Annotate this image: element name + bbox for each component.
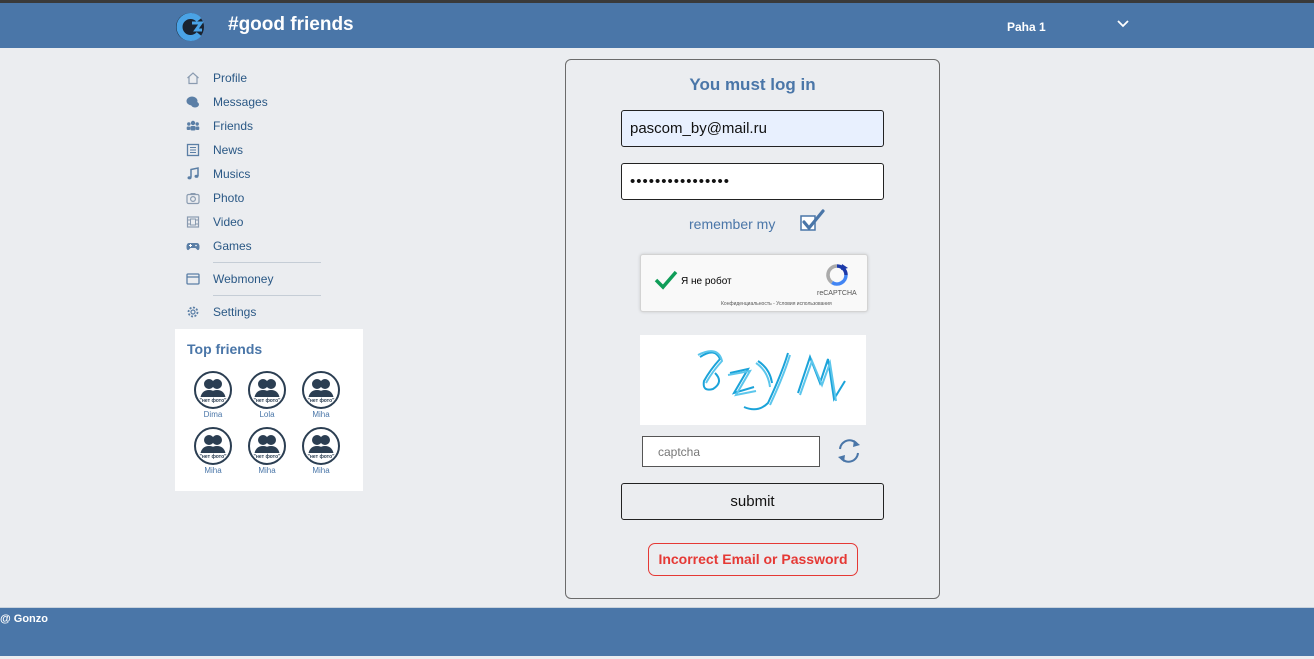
nav-label: Settings	[213, 305, 257, 319]
camera-icon	[186, 191, 200, 205]
friend-card[interactable]: "нет фото" Dima	[193, 371, 233, 419]
nav-item-webmoney[interactable]: Webmoney	[186, 267, 326, 291]
friend-name: Miha	[258, 466, 276, 475]
avatar-caption: "нет фото"	[254, 397, 282, 404]
avatar-caption: "нет фото"	[200, 397, 228, 404]
nav-label: Profile	[213, 71, 248, 85]
friend-card[interactable]: "нет фото" Miha	[301, 371, 341, 419]
login-title: You must log in	[689, 75, 816, 94]
friend-name: Miha	[204, 466, 222, 475]
friend-card[interactable]: "нет фото" Miha	[301, 427, 341, 475]
avatar: "нет фото"	[194, 371, 232, 409]
gamepad-icon	[186, 239, 200, 253]
avatar: "нет фото"	[302, 371, 340, 409]
top-friends-panel: Top friends "нет фото" Dima "нет фото" L…	[175, 329, 363, 491]
top-bar: #good friends Paha 1	[0, 0, 1314, 48]
recaptcha-logo-icon	[826, 264, 848, 286]
submit-button[interactable]: submit	[621, 483, 884, 520]
nav-divider	[213, 262, 321, 263]
avatar: "нет фото"	[194, 427, 232, 465]
friend-name: Lola	[259, 410, 275, 419]
top-friends-title: Top friends	[187, 341, 263, 357]
nav-label: Webmoney	[213, 272, 274, 286]
password-field[interactable]	[621, 163, 884, 200]
nav-item-games[interactable]: Games	[186, 234, 326, 258]
avatar: "нет фото"	[248, 427, 286, 465]
nav-label: Video	[213, 215, 244, 229]
chevron-down-icon[interactable]	[1115, 18, 1131, 30]
nav-divider	[213, 295, 321, 296]
captcha-text: 8zYM	[753, 422, 756, 424]
friend-card[interactable]: "нет фото" Miha	[247, 427, 287, 475]
avatar-caption: "нет фото"	[254, 453, 282, 460]
newspaper-icon	[186, 143, 200, 157]
nav-label: News	[213, 143, 244, 157]
sidebar-nav: Profile Messages Friends News Musics Pho…	[186, 66, 326, 324]
refresh-icon[interactable]	[834, 436, 864, 466]
friend-card[interactable]: "нет фото" Lola	[247, 371, 287, 419]
recaptcha-terms-link[interactable]: Конфиденциальность - Условия использован…	[721, 301, 832, 307]
nav-item-video[interactable]: Video	[186, 210, 326, 234]
nav-item-musics[interactable]: Musics	[186, 162, 326, 186]
nav-item-messages[interactable]: Messages	[186, 90, 326, 114]
site-title[interactable]: #good friends	[228, 14, 354, 36]
friend-name: Miha	[312, 466, 330, 475]
nav-label: Photo	[213, 191, 245, 205]
site-logo-icon[interactable]	[174, 11, 208, 43]
nav-item-photo[interactable]: Photo	[186, 186, 326, 210]
nav-label: Games	[213, 239, 252, 253]
login-form: You must log in remember my Я не робот r…	[565, 59, 940, 599]
recaptcha-label: Я не робот	[681, 276, 732, 287]
friend-card[interactable]: "нет фото" Miha	[193, 427, 233, 475]
recaptcha-widget: Я не робот reCAPTCHA Конфиденциальность …	[640, 254, 868, 312]
friend-name: Dima	[203, 410, 223, 419]
chat-bubbles-icon	[186, 95, 200, 109]
email-field[interactable]	[621, 110, 884, 147]
remember-checkbox[interactable]	[798, 209, 826, 233]
nav-item-news[interactable]: News	[186, 138, 326, 162]
avatar-caption: "нет фото"	[200, 453, 228, 460]
footer-copyright: @ Gonzo	[0, 613, 48, 625]
gear-icon	[186, 305, 200, 319]
remember-label: remember my	[689, 216, 776, 232]
avatar-caption: "нет фото"	[308, 397, 336, 404]
home-icon	[186, 71, 200, 85]
captcha-input[interactable]	[642, 436, 820, 467]
nav-label: Messages	[213, 95, 268, 109]
footer: @ Gonzo	[0, 607, 1314, 656]
nav-item-friends[interactable]: Friends	[186, 114, 326, 138]
avatar-caption: "нет фото"	[308, 453, 336, 460]
nav-item-settings[interactable]: Settings	[186, 300, 326, 324]
film-icon	[186, 215, 200, 229]
users-icon	[186, 119, 200, 133]
error-message: Incorrect Email or Password	[648, 543, 858, 576]
nav-label: Friends	[213, 119, 254, 133]
avatar: "нет фото"	[248, 371, 286, 409]
user-name[interactable]: Paha 1	[1007, 20, 1046, 34]
nav-item-profile[interactable]: Profile	[186, 66, 326, 90]
wallet-icon	[186, 272, 200, 286]
avatar: "нет фото"	[302, 427, 340, 465]
recaptcha-checkmark-icon[interactable]	[653, 269, 679, 291]
recaptcha-brand: reCAPTCHA	[817, 290, 857, 297]
captcha-image: 8zYM	[640, 335, 866, 425]
nav-label: Musics	[213, 167, 251, 181]
music-note-icon	[186, 167, 200, 181]
friend-name: Miha	[312, 410, 330, 419]
